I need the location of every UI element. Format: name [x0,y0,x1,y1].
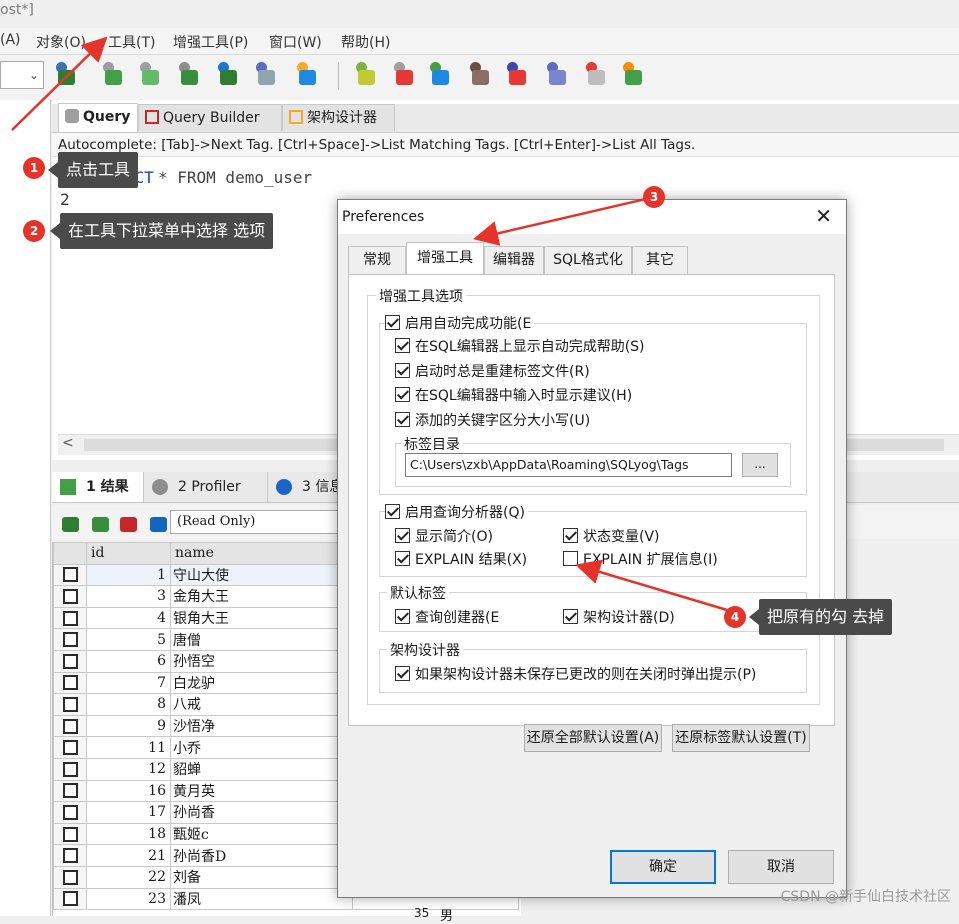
arrow-to-power-tools-tab [473,196,651,246]
arrow-to-explain-extended [575,559,728,612]
arrow-to-tools-menu [11,36,108,131]
annotation-arrows [11,36,728,612]
watermark: CSDN @新手仙白技术社区 [780,889,951,905]
